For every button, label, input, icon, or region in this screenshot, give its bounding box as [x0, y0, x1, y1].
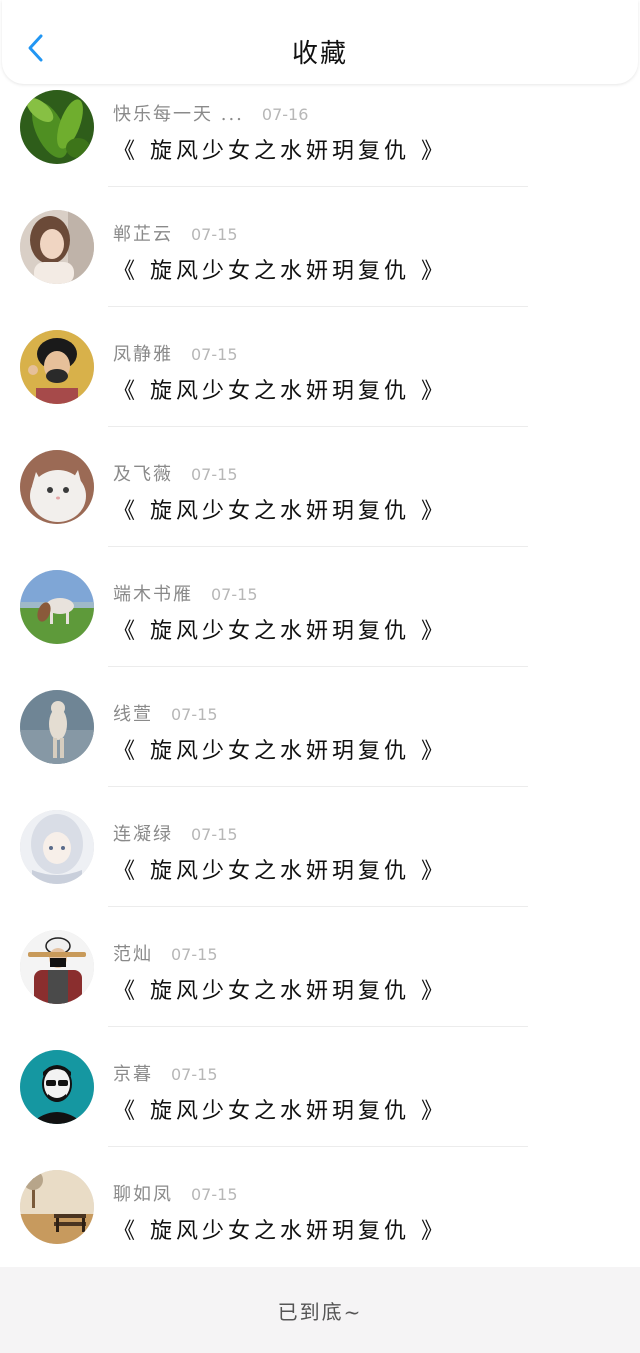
work-title: 《 旋风少女之水妍玥复仇 》	[113, 859, 447, 884]
list-item[interactable]: 及飞薇 07-15 《 旋风少女之水妍玥复仇 》	[0, 450, 640, 570]
item-date: 07-15	[171, 1065, 218, 1084]
user-name: 快乐每一天 ...	[113, 104, 244, 125]
white-cat-avatar[interactable]	[20, 450, 94, 524]
user-name: 连凝绿	[113, 824, 173, 845]
bench-avatar[interactable]	[20, 1170, 94, 1244]
list-item[interactable]: 郸芷云 07-15 《 旋风少女之水妍玥复仇 》	[0, 210, 640, 330]
user-name: 凤静雅	[113, 344, 173, 365]
item-date: 07-15	[191, 345, 238, 364]
list-item[interactable]: 端木书雁 07-15 《 旋风少女之水妍玥复仇 》	[0, 570, 640, 690]
work-title: 《 旋风少女之水妍玥复仇 》	[113, 619, 447, 644]
header-bar: 收藏	[0, 0, 640, 90]
user-name: 聊如凤	[113, 1184, 173, 1205]
item-date: 07-15	[171, 945, 218, 964]
item-meta: 郸芷云 07-15	[113, 220, 238, 246]
bearded-man-avatar[interactable]	[20, 330, 94, 404]
item-meta: 京暮 07-15	[113, 1060, 218, 1086]
work-title: 《 旋风少女之水妍玥复仇 》	[113, 979, 447, 1004]
work-title: 《 旋风少女之水妍玥复仇 》	[113, 259, 447, 284]
item-meta: 端木书雁 07-15	[113, 580, 258, 606]
end-of-list-footer: 已到底~	[0, 1267, 640, 1353]
list-item[interactable]: 范灿 07-15 《 旋风少女之水妍玥复仇 》	[0, 930, 640, 1050]
user-name: 线萱	[113, 704, 153, 725]
work-title: 《 旋风少女之水妍玥复仇 》	[113, 1219, 447, 1244]
item-meta: 及飞薇 07-15	[113, 460, 238, 486]
list-item[interactable]: 京暮 07-15 《 旋风少女之水妍玥复仇 》	[0, 1050, 640, 1170]
sunglasses-man-avatar[interactable]	[20, 1050, 94, 1124]
item-meta: 连凝绿 07-15	[113, 820, 238, 846]
user-name: 端木书雁	[113, 584, 193, 605]
item-date: 07-15	[191, 1185, 238, 1204]
item-date: 07-16	[261, 105, 309, 124]
divider	[108, 186, 528, 187]
divider	[108, 1026, 528, 1027]
leaves-avatar[interactable]	[20, 90, 94, 164]
anime-girl-avatar[interactable]	[20, 810, 94, 884]
item-date: 07-15	[191, 825, 238, 844]
user-name: 郸芷云	[113, 224, 173, 245]
divider	[108, 1146, 528, 1147]
end-of-list-text: 已到底~	[277, 1299, 363, 1324]
girl-avatar[interactable]	[20, 210, 94, 284]
divider	[108, 426, 528, 427]
item-meta: 快乐每一天 ... 07-16	[113, 100, 308, 126]
list-item[interactable]: 连凝绿 07-15 《 旋风少女之水妍玥复仇 》	[0, 810, 640, 930]
item-date: 07-15	[211, 585, 258, 604]
user-name: 及飞薇	[113, 464, 173, 485]
list-item[interactable]: 线萱 07-15 《 旋风少女之水妍玥复仇 》	[0, 690, 640, 810]
work-title: 《 旋风少女之水妍玥复仇 》	[113, 379, 447, 404]
work-title: 《 旋风少女之水妍玥复仇 》	[113, 499, 447, 524]
item-date: 07-15	[171, 705, 218, 724]
item-meta: 凤静雅 07-15	[113, 340, 238, 366]
work-title: 《 旋风少女之水妍玥复仇 》	[113, 739, 447, 764]
item-meta: 线萱 07-15	[113, 700, 218, 726]
page-title: 收藏	[291, 39, 348, 69]
divider	[108, 306, 528, 307]
divider	[108, 786, 528, 787]
item-meta: 聊如凤 07-15	[113, 1180, 238, 1206]
favorites-list: 快乐每一天 ... 07-16 《 旋风少女之水妍玥复仇 》 郸芷云 07-15…	[0, 90, 640, 1290]
list-item[interactable]: 快乐每一天 ... 07-16 《 旋风少女之水妍玥复仇 》	[0, 90, 640, 210]
list-item[interactable]: 凤静雅 07-15 《 旋风少女之水妍玥复仇 》	[0, 330, 640, 450]
divider	[108, 906, 528, 907]
masked-man-avatar[interactable]	[20, 930, 94, 1004]
item-date: 07-15	[191, 225, 238, 244]
item-meta: 范灿 07-15	[113, 940, 218, 966]
horse-avatar[interactable]	[20, 570, 94, 644]
work-title: 《 旋风少女之水妍玥复仇 》	[113, 139, 447, 164]
user-name: 范灿	[113, 944, 153, 965]
user-name: 京暮	[113, 1064, 153, 1085]
item-date: 07-15	[191, 465, 238, 484]
divider	[108, 546, 528, 547]
divider	[108, 666, 528, 667]
dog-avatar[interactable]	[20, 690, 94, 764]
work-title: 《 旋风少女之水妍玥复仇 》	[113, 1099, 447, 1124]
